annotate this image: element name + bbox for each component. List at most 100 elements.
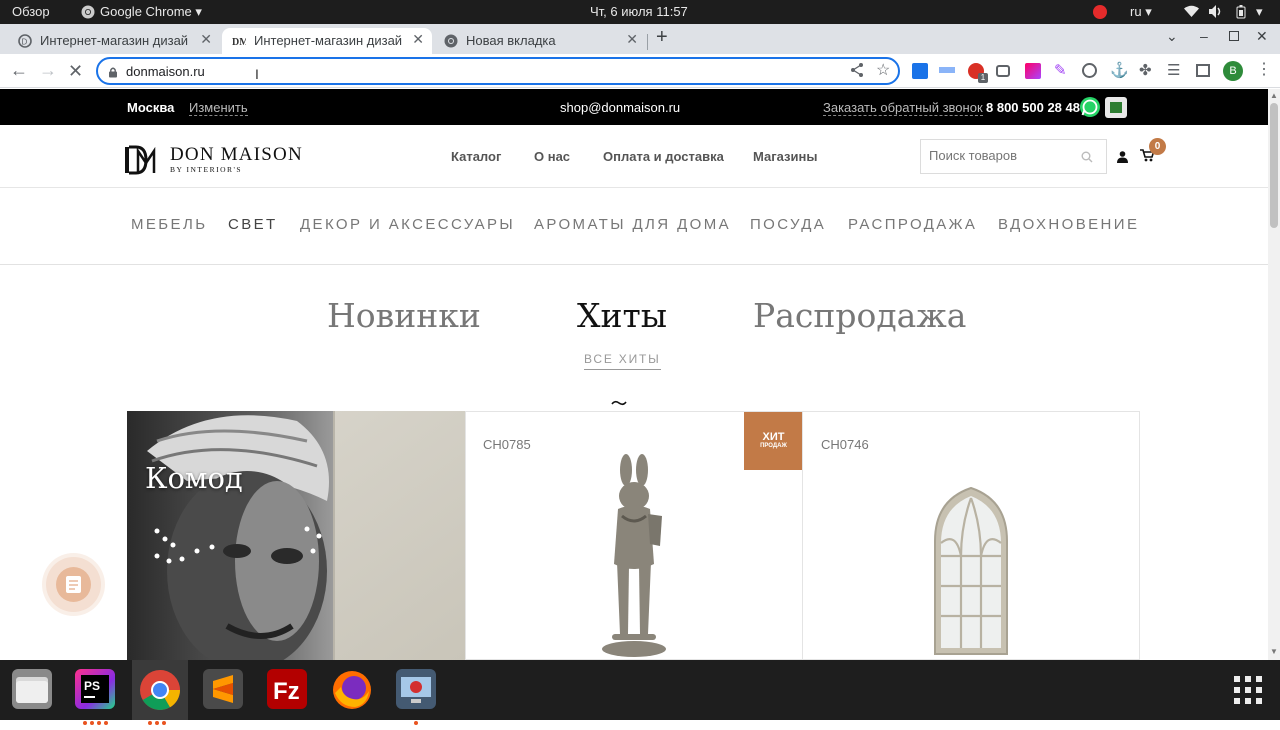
browser-toolbar: ← → ✕ ☆ 1 ✎ ⚓ ✤ ☰ B ⋮ — [0, 54, 1280, 88]
product-sku: CH0746 — [821, 437, 869, 452]
taskbar-dock: PS Fz — [0, 660, 1280, 725]
category-inspiration[interactable]: ВДОХНОВЕНИЕ — [998, 216, 1139, 233]
show-apps-grid-icon[interactable] — [1234, 676, 1262, 704]
page-scrollbar[interactable]: ▲ ▼ — [1268, 89, 1280, 660]
chrome-menu-icon[interactable]: ⋮ — [1256, 59, 1272, 79]
logo-tagline: BY INTERIOR'S — [170, 165, 243, 174]
search-box — [920, 139, 1107, 174]
side-panel-icon[interactable] — [1196, 64, 1210, 77]
bestseller-badge: ХИТ ПРОДАЖ — [744, 412, 802, 470]
chrome-app-icon — [81, 5, 95, 19]
whatsapp-icon[interactable] — [1079, 96, 1101, 121]
tab-bestsellers[interactable]: Хиты — [577, 296, 667, 335]
browser-tab-1[interactable]: D Интернет-магазин дизай ✕ — [8, 28, 220, 54]
forward-arrow-icon[interactable]: → — [39, 60, 57, 80]
extension-flag-icon[interactable] — [912, 63, 928, 79]
search-input[interactable] — [929, 148, 1079, 163]
menu-about[interactable]: О нас — [534, 149, 570, 164]
scroll-down-icon[interactable]: ▼ — [1270, 647, 1278, 656]
email-link[interactable]: shop@donmaison.ru — [560, 100, 680, 115]
product-card[interactable]: CH0746 — [802, 411, 1140, 660]
clock[interactable]: Чт, 6 июля 11:57 — [590, 4, 688, 19]
tool-extension-icon[interactable]: ⚓ — [1110, 63, 1129, 79]
web-extension-icon[interactable] — [1082, 63, 1097, 78]
battery-icon[interactable] — [1236, 5, 1246, 22]
stop-loading-icon[interactable]: ✕ — [68, 61, 83, 81]
volume-icon[interactable] — [1209, 5, 1224, 21]
svg-text:D: D — [22, 38, 28, 47]
address-input[interactable] — [126, 62, 726, 80]
category-furniture[interactable]: МЕБЕЛЬ — [131, 216, 207, 233]
tab-title: Интернет-магазин дизай — [40, 33, 189, 48]
share-icon[interactable] — [850, 62, 864, 83]
lock-icon — [108, 65, 118, 78]
wifi-icon[interactable] — [1184, 5, 1199, 21]
camera-extension-icon[interactable] — [996, 65, 1010, 77]
reading-list-icon[interactable]: ☰ — [1167, 63, 1183, 79]
scroll-up-icon[interactable]: ▲ — [1270, 91, 1278, 100]
profile-avatar[interactable]: B — [1223, 61, 1243, 81]
site-logo[interactable]: DON MAISON BY INTERIOR'S — [124, 144, 302, 180]
category-nav: МЕБЕЛЬ СВЕТ ДЕКОР И АКСЕССУАРЫ АРОМАТЫ Д… — [0, 188, 1268, 265]
caret-down-icon: ▾ — [1145, 4, 1152, 19]
extensions-puzzle-icon[interactable]: ✤ — [1139, 63, 1155, 79]
close-window-icon[interactable]: ✕ — [1256, 28, 1268, 45]
category-home-fragrance[interactable]: АРОМАТЫ ДЛЯ ДОМА — [534, 216, 731, 233]
logo-mark-icon — [125, 145, 156, 175]
filezilla-app-icon[interactable]: Fz — [267, 669, 307, 709]
close-tab-icon[interactable]: ✕ — [200, 31, 212, 48]
close-tab-icon[interactable]: ✕ — [626, 31, 638, 48]
category-decor[interactable]: ДЕКОР И АКСЕССУАРЫ — [300, 216, 515, 233]
sublime-app-icon[interactable] — [203, 669, 243, 709]
close-tab-icon[interactable]: ✕ — [412, 31, 424, 48]
search-icon[interactable] — [1081, 150, 1093, 168]
extension-badge: 1 — [978, 73, 988, 83]
user-account-icon[interactable] — [1117, 150, 1128, 168]
activities-button[interactable]: Обзор — [12, 4, 50, 19]
minimize-icon[interactable]: – — [1200, 28, 1208, 44]
chat-widget-icon[interactable] — [1105, 97, 1127, 118]
menu-payment-delivery[interactable]: Оплата и доставка — [603, 149, 724, 164]
language-switcher[interactable]: ru ▾ — [1130, 4, 1152, 20]
callback-link[interactable]: Заказать обратный звонок — [823, 100, 983, 116]
floating-chat-button[interactable] — [46, 557, 101, 612]
banner-card[interactable]: Комод — [127, 411, 465, 660]
chat-bubble-icon — [56, 567, 91, 602]
system-menu-button[interactable]: ▾ — [1256, 4, 1263, 20]
screen-recorder-app-icon[interactable] — [396, 669, 436, 709]
files-app-icon[interactable] — [12, 669, 52, 709]
logo-name: DON MAISON — [170, 144, 303, 165]
extension-color-icon[interactable] — [1025, 63, 1041, 79]
all-bestsellers-link[interactable]: ВСЕ ХИТЫ — [584, 352, 661, 370]
product-card[interactable]: CH0785 ХИТ ПРОДАЖ — [465, 411, 803, 660]
new-tab-plus-icon[interactable]: + — [656, 26, 668, 49]
change-city-link[interactable]: Изменить — [189, 100, 248, 116]
recording-indicator-icon[interactable] — [1093, 5, 1107, 19]
bookmark-star-icon[interactable]: ☆ — [876, 60, 890, 80]
scrollbar-thumb[interactable] — [1270, 103, 1278, 228]
phone-number[interactable]: 8 800 500 28 48 — [986, 100, 1080, 115]
chrome-dock-icon[interactable] — [139, 669, 180, 710]
address-bar[interactable]: ☆ — [96, 57, 900, 85]
menu-catalog[interactable]: Каталог — [451, 149, 501, 164]
browser-tab-2[interactable]: DM Интернет-магазин дизай ✕ — [222, 28, 432, 54]
tab-new-arrivals[interactable]: Новинки — [327, 296, 481, 335]
tab-sale[interactable]: Распродажа — [753, 296, 966, 335]
phpstorm-app-icon[interactable]: PS — [75, 669, 115, 709]
category-lighting[interactable]: СВЕТ — [228, 216, 278, 233]
browser-tab-3[interactable]: Новая вкладка ✕ — [434, 28, 646, 54]
back-arrow-icon[interactable]: ← — [10, 60, 28, 80]
arched-mirror-image — [934, 486, 1008, 655]
menu-stores[interactable]: Магазины — [753, 149, 817, 164]
category-tableware[interactable]: ПОСУДА — [750, 216, 826, 233]
badge-main-text: ХИТ — [762, 431, 785, 443]
extension-translate-icon[interactable] — [939, 67, 955, 73]
site-favicon-icon: D — [18, 34, 32, 48]
site-favicon-icon: DM — [232, 34, 249, 48]
app-menu-button[interactable]: Google Chrome ▾ — [100, 4, 202, 20]
category-sale[interactable]: РАСПРОДАЖА — [848, 216, 977, 233]
pen-extension-icon[interactable]: ✎ — [1054, 63, 1070, 79]
firefox-app-icon[interactable] — [331, 669, 371, 709]
maximize-icon[interactable] — [1229, 31, 1239, 41]
tab-search-chevron-icon[interactable]: ⌄ — [1166, 28, 1178, 45]
